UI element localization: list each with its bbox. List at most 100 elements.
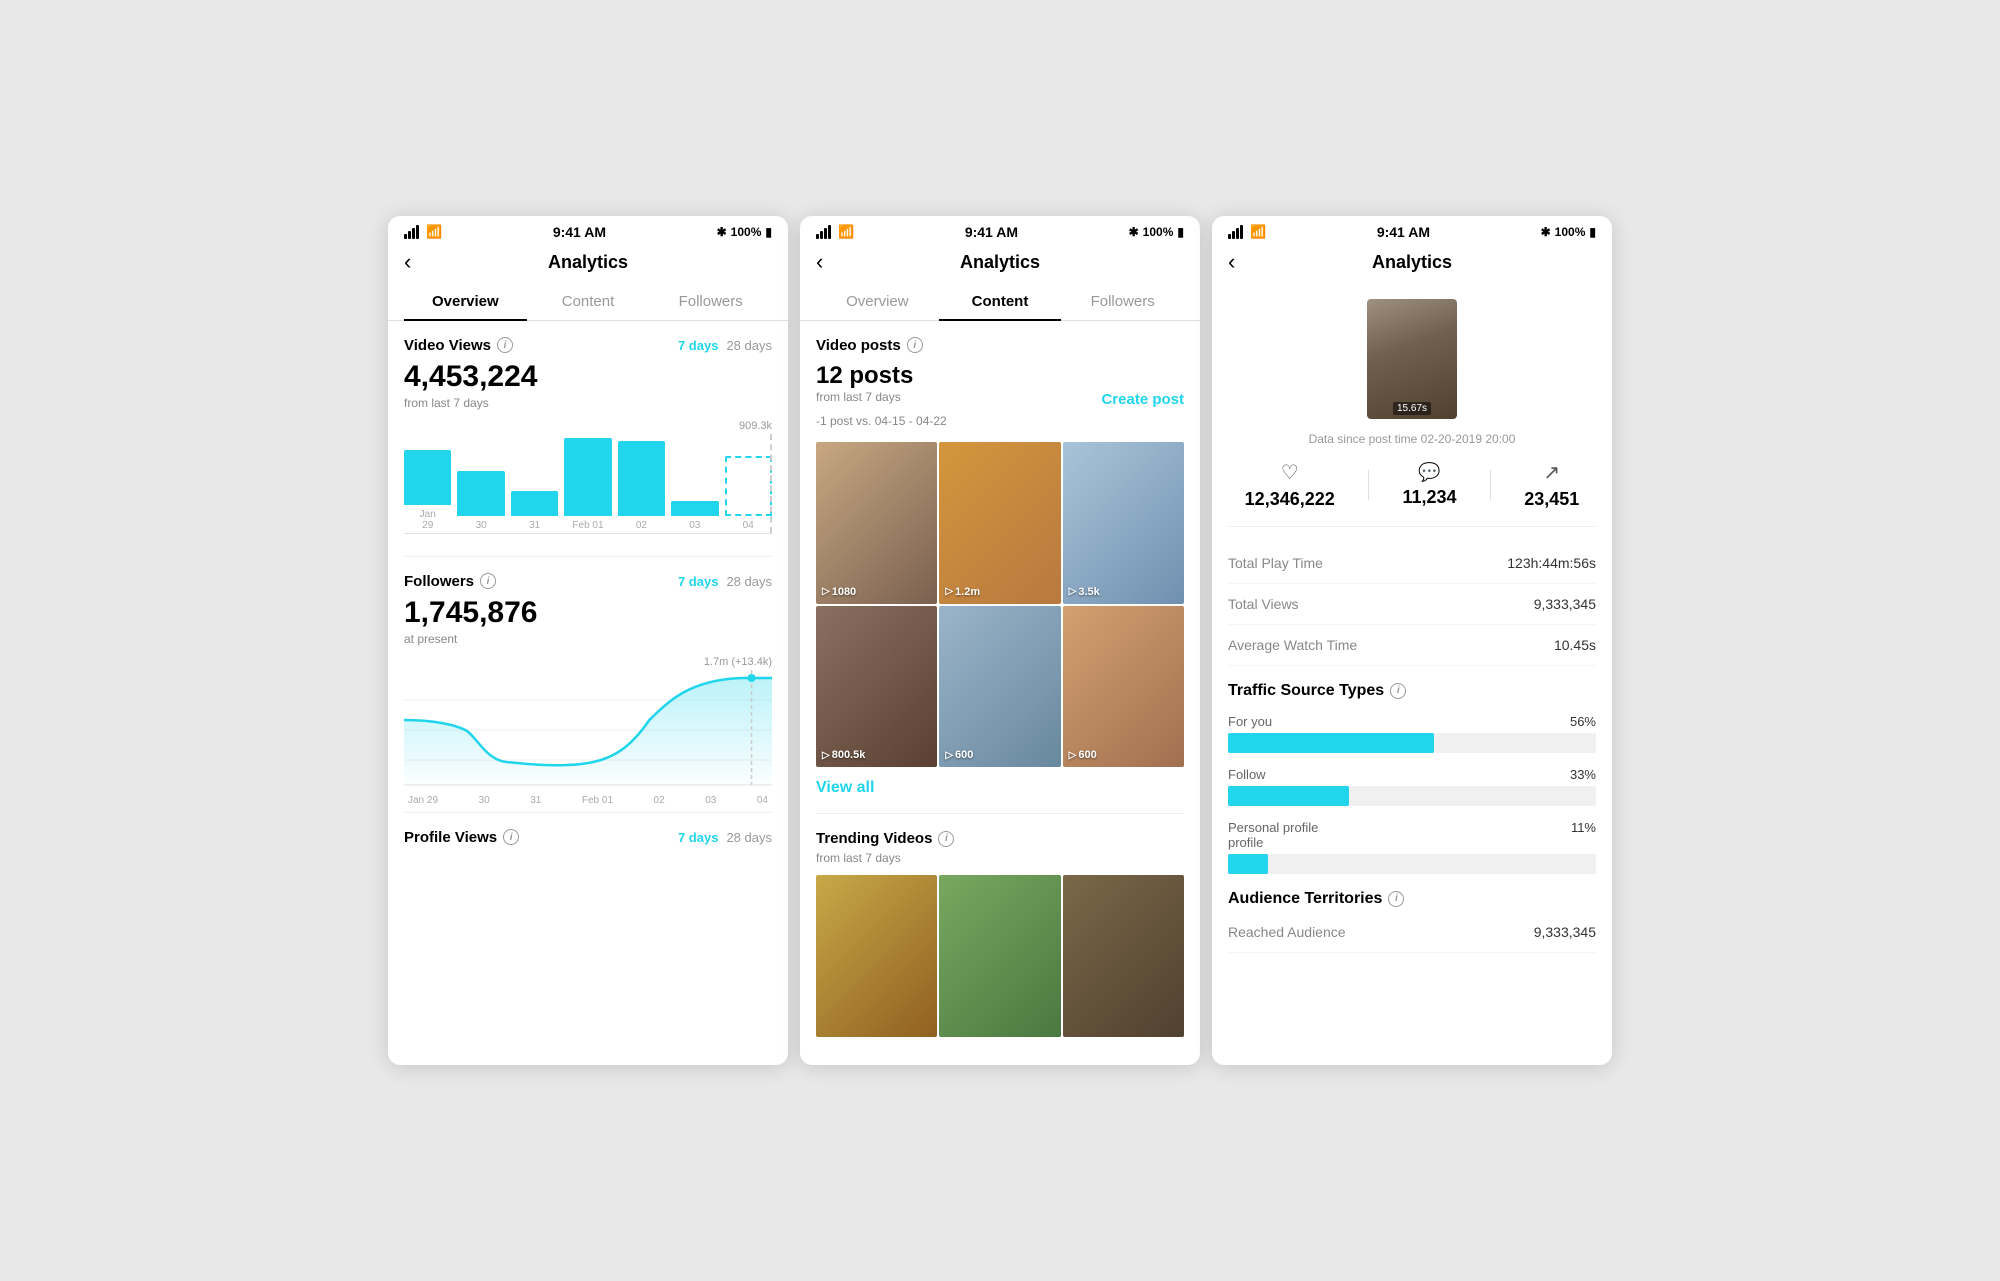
followers-subtext: at present xyxy=(404,632,772,646)
video-bg-0 xyxy=(816,442,937,604)
play-icon-3: ▷ xyxy=(822,750,830,761)
tab-followers-1[interactable]: Followers xyxy=(649,283,772,320)
period-7days-views[interactable]: 7 days xyxy=(678,338,718,353)
shares-count: 23,451 xyxy=(1524,489,1579,510)
x-label-4: 02 xyxy=(654,795,665,806)
bluetooth-icon-2: ✱ xyxy=(1129,225,1139,239)
status-right-2: ✱ 100% ▮ xyxy=(1129,225,1184,239)
video-thumb-1[interactable]: ▷ 1.2m xyxy=(939,442,1060,604)
period-28days-followers[interactable]: 28 days xyxy=(726,574,772,589)
stats-row: ♡ 12,346,222 💬 11,234 ↗ 23,451 xyxy=(1228,460,1596,527)
traffic-foryou: For you 56% xyxy=(1228,714,1596,753)
posts-count-wrap: 12 posts from last 7 days -1 post vs. 04… xyxy=(816,362,947,438)
back-button-2[interactable]: ‹ xyxy=(816,249,823,275)
screen-overview: 📶 9:41 AM ✱ 100% ▮ ‹ Analytics Overview … xyxy=(388,216,788,1065)
video-thumb-3[interactable]: ▷ 800.5k xyxy=(816,606,937,768)
time-3: 9:41 AM xyxy=(1377,224,1430,240)
trending-thumb-1[interactable] xyxy=(939,875,1060,1037)
video-thumb-2[interactable]: ▷ 3.5k xyxy=(1063,442,1184,604)
back-button-3[interactable]: ‹ xyxy=(1228,249,1235,275)
x-label-0: Jan 29 xyxy=(408,795,438,806)
trending-info-icon[interactable]: i xyxy=(938,831,954,847)
view-count-5: 600 xyxy=(1078,749,1096,761)
create-post-button[interactable]: Create post xyxy=(1101,391,1184,408)
followers-periods: 7 days 28 days xyxy=(678,574,772,589)
traffic-foryou-label: For you xyxy=(1228,714,1272,729)
video-thumb-4[interactable]: ▷ 600 xyxy=(939,606,1060,768)
thumb-duration: 15.67s xyxy=(1393,402,1431,415)
avg-watch-row: Average Watch Time 10.45s xyxy=(1228,625,1596,666)
battery-pct-1: 100% xyxy=(731,225,762,239)
status-bar-3: 📶 9:41 AM ✱ 100% ▮ xyxy=(1212,216,1612,244)
stat-shares: ↗ 23,451 xyxy=(1524,460,1579,510)
status-bar-1: 📶 9:41 AM ✱ 100% ▮ xyxy=(388,216,788,244)
period-28days-views[interactable]: 28 days xyxy=(726,338,772,353)
bar-0: Jan29 xyxy=(404,450,451,531)
tab-content-1[interactable]: Content xyxy=(527,283,650,320)
trending-thumb-2[interactable] xyxy=(1063,875,1184,1037)
line-chart-svg xyxy=(404,670,772,790)
status-left-1: 📶 xyxy=(404,224,442,240)
video-thumb-5[interactable]: ▷ 600 xyxy=(1063,606,1184,768)
view-count-4: 600 xyxy=(955,749,973,761)
posts-count: 12 posts xyxy=(816,362,947,390)
reached-audience-row: Reached Audience 9,333,345 xyxy=(1228,912,1596,953)
stat-comments: 💬 11,234 xyxy=(1402,462,1456,508)
wifi-icon-2: 📶 xyxy=(838,224,854,240)
traffic-info-icon[interactable]: i xyxy=(1390,683,1406,699)
chart-dashed-line xyxy=(770,434,772,533)
video-views-info-icon[interactable]: i xyxy=(497,337,513,353)
profile-views-info-icon[interactable]: i xyxy=(503,829,519,845)
posts-subtext2: -1 post vs. 04-15 - 04-22 xyxy=(816,414,947,428)
bar-fill-0 xyxy=(404,450,451,505)
traffic-section: Traffic Source Types i For you 56% Follo… xyxy=(1228,682,1596,874)
screens-container: 📶 9:41 AM ✱ 100% ▮ ‹ Analytics Overview … xyxy=(368,196,1632,1085)
bar-chart: 909.3k Jan29 30 31 xyxy=(404,420,772,540)
profile-views-header: Profile Views i 7 days 28 days xyxy=(404,829,772,846)
traffic-title: Traffic Source Types i xyxy=(1228,682,1596,700)
followers-info-icon[interactable]: i xyxy=(480,573,496,589)
video-views-number: 4,453,224 xyxy=(404,360,772,394)
tab-content-2[interactable]: Content xyxy=(939,283,1062,320)
tab-overview-2[interactable]: Overview xyxy=(816,283,939,320)
traffic-foryou-pct: 56% xyxy=(1570,714,1596,729)
total-playtime-label: Total Play Time xyxy=(1228,555,1323,571)
view-all-button[interactable]: View all xyxy=(816,779,1184,797)
trending-thumb-0[interactable] xyxy=(816,875,937,1037)
bar-fill-5 xyxy=(671,501,718,516)
period-28days-profile[interactable]: 28 days xyxy=(726,830,772,845)
trending-bg-2 xyxy=(1063,875,1184,1037)
video-thumb-0[interactable]: ▷ 1080 xyxy=(816,442,937,604)
video-bg-1 xyxy=(939,442,1060,604)
back-button-1[interactable]: ‹ xyxy=(404,249,411,275)
period-7days-followers[interactable]: 7 days xyxy=(678,574,718,589)
stats-divider-2 xyxy=(1490,470,1491,500)
header-1: ‹ Analytics xyxy=(388,244,788,283)
content-overview: Video Views i 7 days 28 days 4,453,224 f… xyxy=(388,321,788,866)
tab-overview-1[interactable]: Overview xyxy=(404,283,527,320)
trending-bg-1 xyxy=(939,875,1060,1037)
bar-6: 04 xyxy=(725,456,772,531)
traffic-foryou-label-row: For you 56% xyxy=(1228,714,1596,729)
battery-icon-3: ▮ xyxy=(1589,225,1596,239)
trending-bg-0 xyxy=(816,875,937,1037)
status-bar-2: 📶 9:41 AM ✱ 100% ▮ xyxy=(800,216,1200,244)
video-bg-2 xyxy=(1063,442,1184,604)
detail-thumb-box[interactable]: 15.67s xyxy=(1367,299,1457,419)
bar-1: 30 xyxy=(457,471,504,531)
bar-5: 03 xyxy=(671,501,718,531)
content-detail: 15.67s Data since post time 02-20-2019 2… xyxy=(1212,283,1612,969)
tab-followers-2[interactable]: Followers xyxy=(1061,283,1184,320)
audience-info-icon[interactable]: i xyxy=(1388,891,1404,907)
period-7days-profile[interactable]: 7 days xyxy=(678,830,718,845)
video-posts-info-icon[interactable]: i xyxy=(907,337,923,353)
traffic-follow-label-row: Follow 33% xyxy=(1228,767,1596,782)
avg-watch-value: 10.45s xyxy=(1554,637,1596,653)
bar-fill-4 xyxy=(618,441,665,516)
bar-3: Feb 01 xyxy=(564,438,611,531)
signal-icon-2 xyxy=(816,225,831,239)
share-icon: ↗ xyxy=(1524,460,1579,485)
traffic-profile-bar-fill xyxy=(1228,854,1268,874)
x-label-3: Feb 01 xyxy=(582,795,613,806)
bar-label-0: Jan29 xyxy=(420,509,436,531)
